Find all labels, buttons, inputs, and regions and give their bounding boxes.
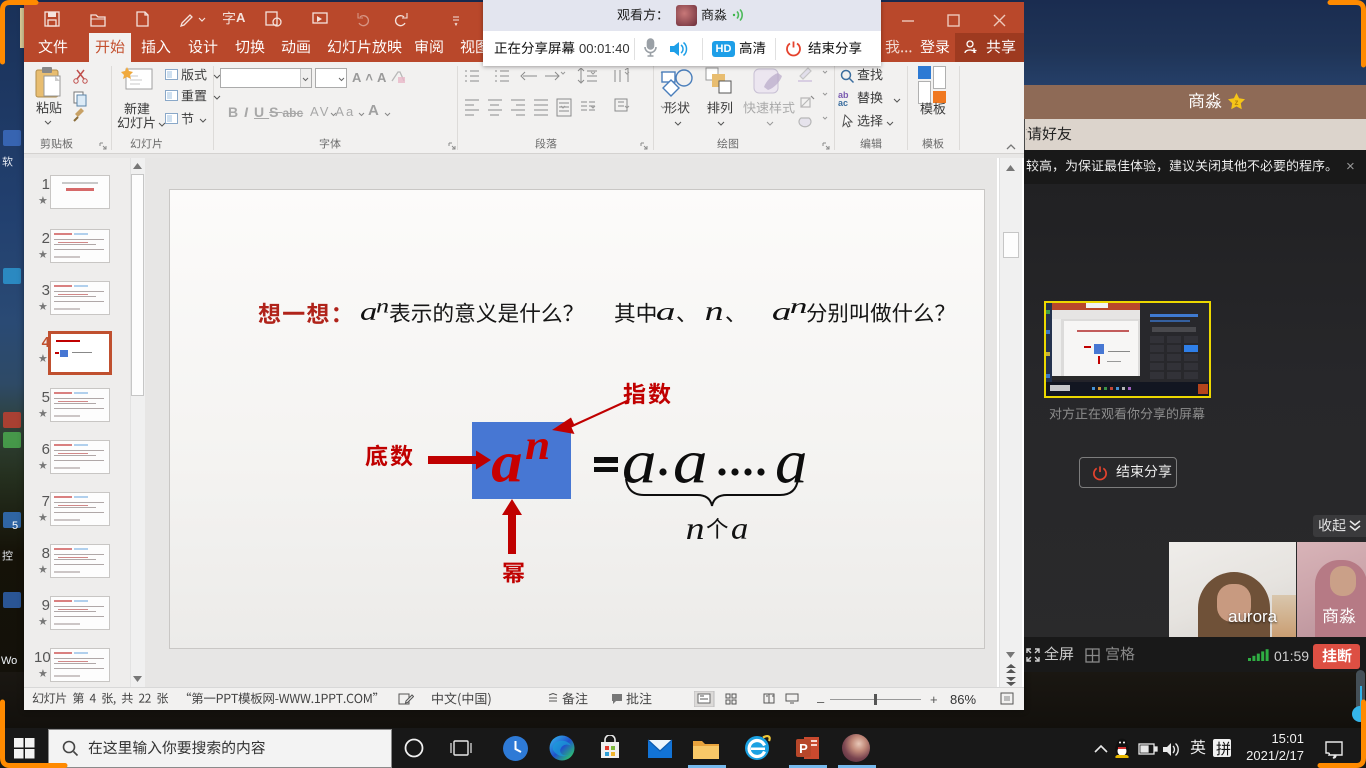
svg-text:P: P [799,741,808,756]
svg-text:z: z [1235,98,1239,107]
